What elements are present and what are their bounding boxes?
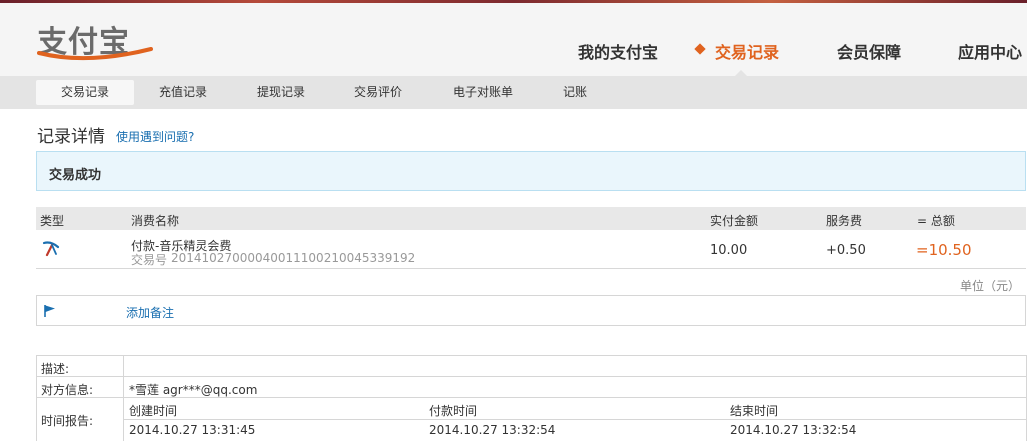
site-header: 支付宝 我的支付宝 交易记录 会员保障 应用中心 [0,3,1027,76]
subnav-withdraw-records[interactable]: 提现记录 [234,80,328,105]
row-divider [37,376,1026,377]
col-name: 消费名称 [131,214,180,228]
col-type: 类型 [40,214,65,228]
desc-label: 描述: [41,362,70,376]
col-fee: 服务费 [826,214,863,228]
paid-time-value: 2014.10.27 13:32:54 [429,423,556,437]
info-divider [123,356,124,441]
paid-amount: 10.00 [710,243,748,258]
table-row: 付款-音乐精灵会费 交易号 20141027000040011100210045… [36,230,1026,269]
table-header: 类型 消费名称 实付金额 服务费 = 总额 [36,207,1026,230]
created-time-label: 创建时间 [129,404,178,418]
trade-no: 20141027000040011100210045339192 [171,251,416,265]
subnav-recharge-records[interactable]: 充值记录 [136,80,230,105]
paid-time-label: 付款时间 [429,404,478,418]
nav-member-protection[interactable]: 会员保障 [837,39,901,63]
info-table: 描述: 对方信息: *雪莲 agr***@qq.com 时间报告: 创建时间 2… [36,355,1027,441]
subnav-trade-reviews[interactable]: 交易评价 [331,80,425,105]
subnav-e-statement[interactable]: 电子对账单 [436,80,530,105]
subnav-bookkeeping[interactable]: 记账 [528,80,622,105]
status-banner: 交易成功 [36,151,1026,191]
sub-nav: 交易记录 充值记录 提现记录 交易评价 电子对账单 记账 [0,76,1027,109]
logo-swoosh-icon [37,47,153,61]
subnav-trade-records[interactable]: 交易记录 [36,80,134,105]
counterparty-label: 对方信息: [41,383,94,397]
end-time-label: 结束时间 [730,404,779,418]
time-report-label: 时间报告: [41,414,94,428]
service-fee: +0.50 [826,243,866,258]
nav-trade-records[interactable]: 交易记录 [715,39,779,63]
counterparty-value: *雪莲 agr***@qq.com [129,383,258,397]
help-link[interactable]: 使用遇到问题? [116,128,194,145]
payment-type-icon [42,241,60,257]
nav-my-alipay[interactable]: 我的支付宝 [578,39,658,63]
end-time-value: 2014.10.27 13:32:54 [730,423,857,437]
row-divider [124,419,1026,420]
add-remark-link[interactable]: 添加备注 [126,304,174,321]
flag-icon [44,305,55,317]
nav-app-center[interactable]: 应用中心 [958,39,1022,63]
col-paid: 实付金额 [710,214,759,228]
page-title: 记录详情 [37,127,105,147]
status-text: 交易成功 [49,168,102,183]
active-nav-dot-icon [694,43,706,55]
created-time-value: 2014.10.27 13:31:45 [129,423,256,437]
unit-note: 单位（元） [960,279,1021,293]
total-amount: =10.50 [916,241,972,259]
alipay-logo[interactable]: 支付宝 [37,17,153,61]
col-total: = 总额 [917,214,955,228]
remark-bar: 添加备注 [36,295,1026,326]
trade-no-label: 交易号 [131,253,168,267]
